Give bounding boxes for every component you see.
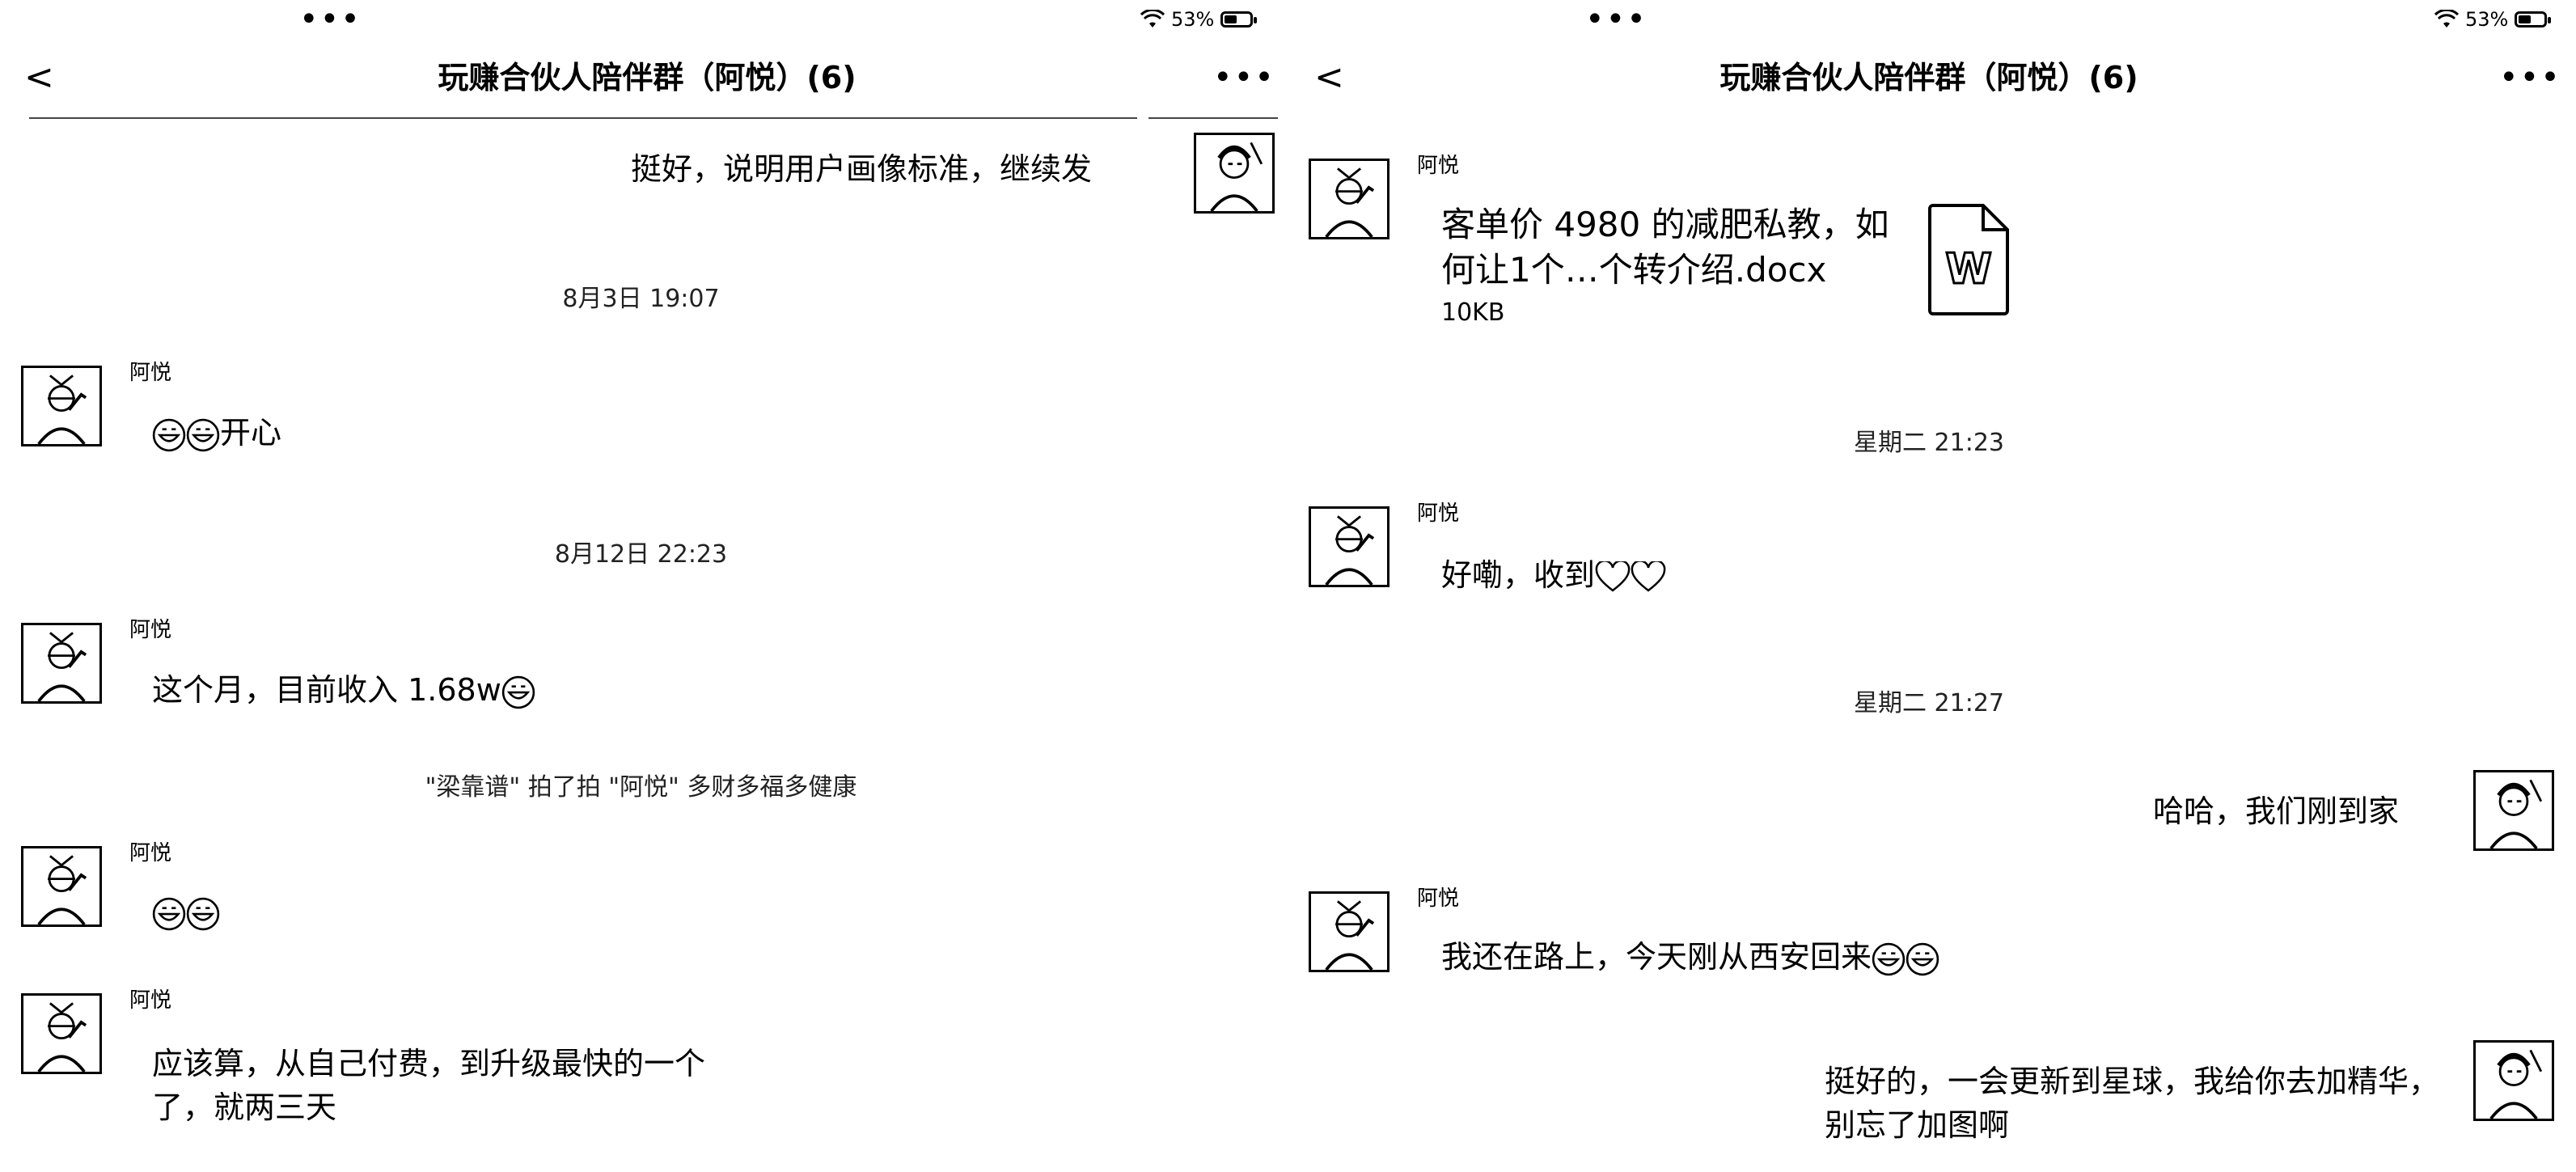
file-name: 客单价 4980 的减肥私教，如何让1个…个转介绍.docx xyxy=(1441,205,1889,290)
file-size: 10KB xyxy=(1441,298,1505,327)
self-avatar[interactable] xyxy=(2473,770,2554,851)
file-icon-letter: W xyxy=(1945,245,1991,294)
more-button[interactable]: ••• xyxy=(2499,53,2561,102)
chat-title: 玩赚合伙人陪伴群（阿悦）(6) xyxy=(1719,60,2138,95)
more-button[interactable]: ••• xyxy=(1213,53,1275,102)
back-button[interactable]: < xyxy=(24,53,54,102)
message-bubble-self[interactable]: 哈哈，我们刚到家 xyxy=(2153,789,2399,833)
file-message[interactable]: 客单价 4980 的减肥私教，如何让1个…个转介绍.docx 10KB W xyxy=(1441,202,2011,330)
message-bubble-self[interactable]: 挺好的，一会更新到星球，我给你去加精华，别忘了加图啊 xyxy=(1825,1060,2439,1147)
sender-name: 阿悦 xyxy=(1417,886,1460,911)
battery-percent: 53% xyxy=(2465,8,2509,31)
heart-outline-icon xyxy=(1595,561,1631,592)
sender-avatar[interactable] xyxy=(21,993,102,1074)
self-avatar[interactable] xyxy=(2473,1040,2554,1121)
battery-percent: 53% xyxy=(1171,8,1215,31)
sender-avatar[interactable] xyxy=(1309,159,1390,239)
sender-name: 阿悦 xyxy=(129,361,172,385)
battery-icon xyxy=(1220,11,1258,28)
message-text: 好嘞，收到 xyxy=(1441,557,1596,593)
header-divider xyxy=(29,117,1137,119)
sender-avatar[interactable] xyxy=(21,366,102,446)
chat-title: 玩赚合伙人陪伴群（阿悦）(6) xyxy=(438,60,857,95)
sender-name: 阿悦 xyxy=(129,988,172,1013)
sender-name: 阿悦 xyxy=(1417,154,1460,178)
status-bar-right: 53% xyxy=(1140,3,1258,36)
message-bubble-self[interactable]: 挺好，说明用户画像标准，继续发 xyxy=(631,147,1092,191)
timestamp: 8月3日 19:07 xyxy=(562,285,720,313)
wifi-icon xyxy=(1140,10,1165,28)
status-bar-right: 53% xyxy=(2434,3,2552,36)
sender-name: 阿悦 xyxy=(1417,501,1460,526)
heart-outline-icon xyxy=(1631,561,1666,592)
sender-avatar[interactable] xyxy=(21,623,102,704)
message-text: 开心 xyxy=(220,415,282,451)
message-text: 我还在路上，今天刚从西安回来 xyxy=(1441,939,1872,975)
self-avatar[interactable] xyxy=(1194,133,1275,214)
battery-icon xyxy=(2515,11,2552,28)
message-bubble[interactable]: 应该算，从自己付费，到升级最快的一个了，就两三天 xyxy=(152,1042,751,1129)
sender-avatar[interactable] xyxy=(1309,891,1390,972)
timestamp: 8月12日 22:23 xyxy=(554,540,728,569)
grinning-face-icon xyxy=(186,897,220,930)
sender-name: 阿悦 xyxy=(129,618,172,642)
message-bubble[interactable]: 好嘞，收到 xyxy=(1441,553,1666,597)
message-bubble[interactable]: 我还在路上，今天刚从西安回来 xyxy=(1441,935,1939,979)
wifi-icon xyxy=(2434,10,2459,28)
avatar-sketch-icon xyxy=(1210,142,1263,211)
sender-name: 阿悦 xyxy=(129,841,172,865)
timestamp: 星期二 21:27 xyxy=(1854,689,2004,717)
message-bubble[interactable] xyxy=(152,890,220,933)
status-dots: ••• xyxy=(1585,1,1648,38)
header-divider-2 xyxy=(1148,117,1278,119)
word-document-icon: W xyxy=(1928,204,2009,315)
status-dots: ••• xyxy=(299,1,362,38)
back-button[interactable]: < xyxy=(1314,53,1344,102)
message-bubble[interactable]: 这个月，目前收入 1.68w xyxy=(152,668,535,712)
grinning-face-icon xyxy=(1872,942,1906,975)
message-bubble[interactable]: 开心 xyxy=(152,411,281,455)
sender-avatar[interactable] xyxy=(1309,506,1390,587)
timestamp: 星期二 21:23 xyxy=(1854,429,2004,457)
grinning-face-icon xyxy=(1906,942,1939,975)
sender-avatar[interactable] xyxy=(21,846,102,927)
grinning-face-icon xyxy=(501,675,535,709)
grinning-face-icon xyxy=(152,897,186,930)
message-text: 这个月，目前收入 1.68w xyxy=(152,672,501,708)
pat-notice: "梁靠谱" 拍了拍 "阿悦" 多财多福多健康 xyxy=(425,773,857,802)
grinning-face-icon xyxy=(152,418,186,451)
grinning-face-icon xyxy=(186,418,220,451)
